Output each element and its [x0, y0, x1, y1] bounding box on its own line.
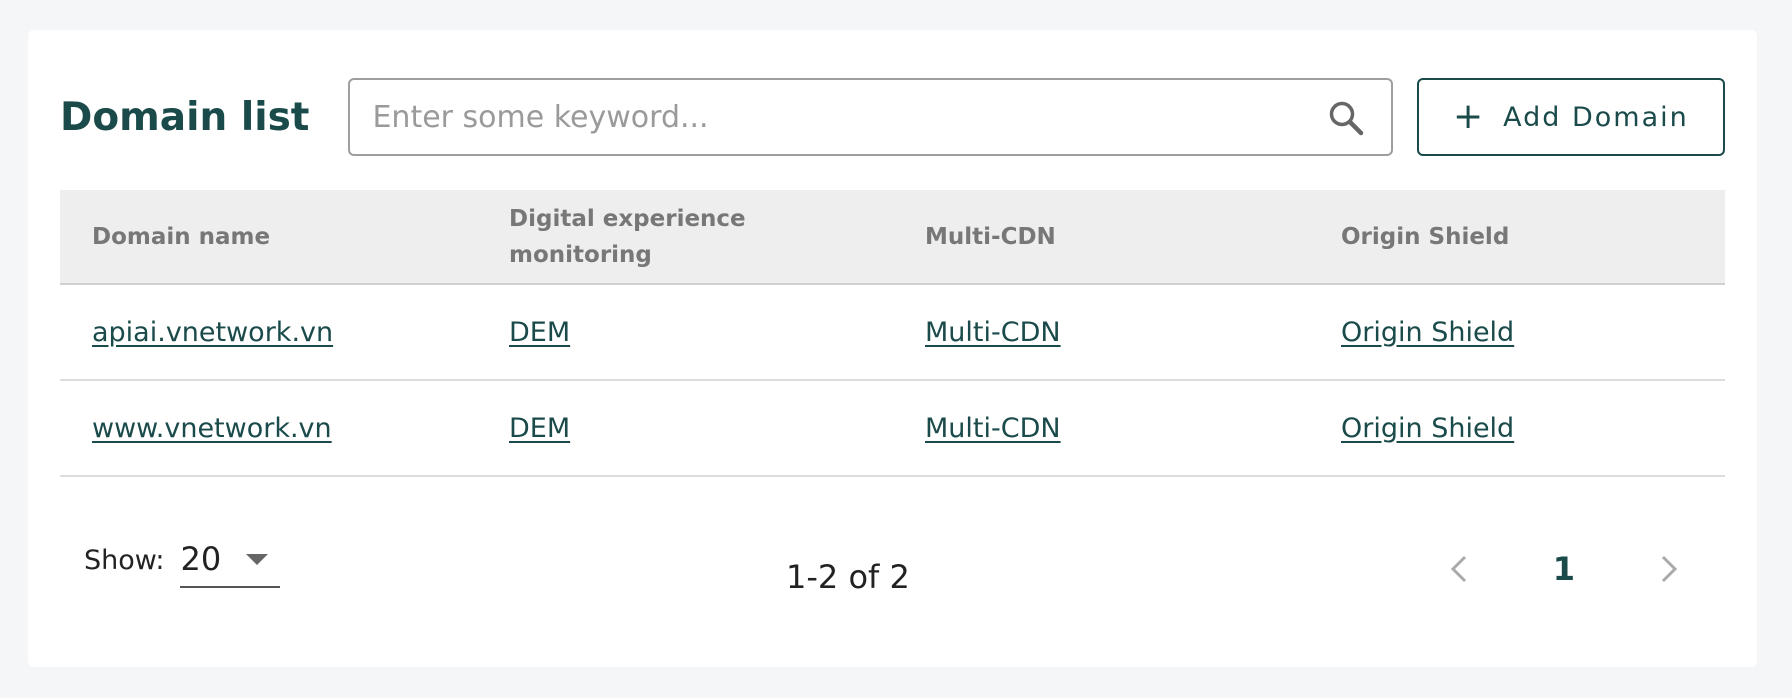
chevron-right-icon[interactable] — [1651, 551, 1687, 587]
dem-link[interactable]: DEM — [509, 413, 570, 444]
table-row: apiai.vnetwork.vn DEM Multi-CDN Origin S… — [60, 284, 1725, 380]
current-page-button[interactable]: 1 — [1553, 550, 1575, 588]
column-header-domain-name: Domain name — [92, 223, 271, 250]
cell-origin-shield: Origin Shield — [1309, 284, 1725, 380]
pagination-range: 1-2 of 2 — [786, 558, 910, 596]
caret-down-icon — [246, 554, 269, 565]
origin-shield-link[interactable]: Origin Shield — [1341, 413, 1514, 444]
cell-domain: www.vnetwork.vn — [60, 380, 477, 476]
column-header-multi-cdn: Multi-CDN — [925, 223, 1056, 250]
cell-dem: DEM — [477, 284, 893, 380]
table-row: www.vnetwork.vn DEM Multi-CDN Origin Shi… — [60, 380, 1725, 476]
search-input[interactable] — [372, 99, 1313, 135]
add-domain-label: Add Domain — [1503, 101, 1689, 133]
cell-multi-cdn: Multi-CDN — [893, 284, 1309, 380]
origin-shield-link[interactable]: Origin Shield — [1341, 317, 1514, 348]
dem-link[interactable]: DEM — [509, 317, 570, 348]
table-header-row: Domain name Digital experience monitorin… — [60, 190, 1725, 284]
chevron-left-icon[interactable] — [1441, 551, 1477, 587]
multi-cdn-link[interactable]: Multi-CDN — [925, 413, 1061, 444]
page-size-value: 20 — [180, 540, 222, 578]
page-size-select[interactable]: 20 — [180, 532, 281, 588]
page-title: Domain list — [60, 94, 310, 140]
domain-list-header: Domain list + Add Domain — [60, 78, 1725, 156]
search-icon[interactable] — [1327, 99, 1365, 137]
plus-icon: + — [1452, 96, 1486, 137]
show-label: Show: — [84, 544, 165, 576]
cell-domain: apiai.vnetwork.vn — [60, 284, 477, 380]
column-header-origin-shield: Origin Shield — [1341, 223, 1510, 250]
pagination-footer: Show: 20 1-2 of 2 1 — [60, 510, 1725, 610]
column-header-dem: Digital experience monitoring — [477, 190, 893, 284]
page-size-control: Show: 20 — [84, 532, 281, 588]
cell-dem: DEM — [477, 380, 893, 476]
multi-cdn-link[interactable]: Multi-CDN — [925, 317, 1061, 348]
search-box[interactable] — [348, 78, 1393, 156]
cell-multi-cdn: Multi-CDN — [893, 380, 1309, 476]
domain-list-card: Domain list + Add Domain Domain name Dig… — [28, 30, 1757, 667]
cell-origin-shield: Origin Shield — [1309, 380, 1725, 476]
add-domain-button[interactable]: + Add Domain — [1416, 78, 1725, 156]
domain-link[interactable]: apiai.vnetwork.vn — [92, 317, 333, 348]
column-header-dem-label: Digital experience monitoring — [509, 205, 746, 268]
domain-link[interactable]: www.vnetwork.vn — [92, 413, 332, 444]
pager: 1 — [1441, 550, 1687, 588]
domain-table: Domain name Digital experience monitorin… — [60, 190, 1725, 477]
